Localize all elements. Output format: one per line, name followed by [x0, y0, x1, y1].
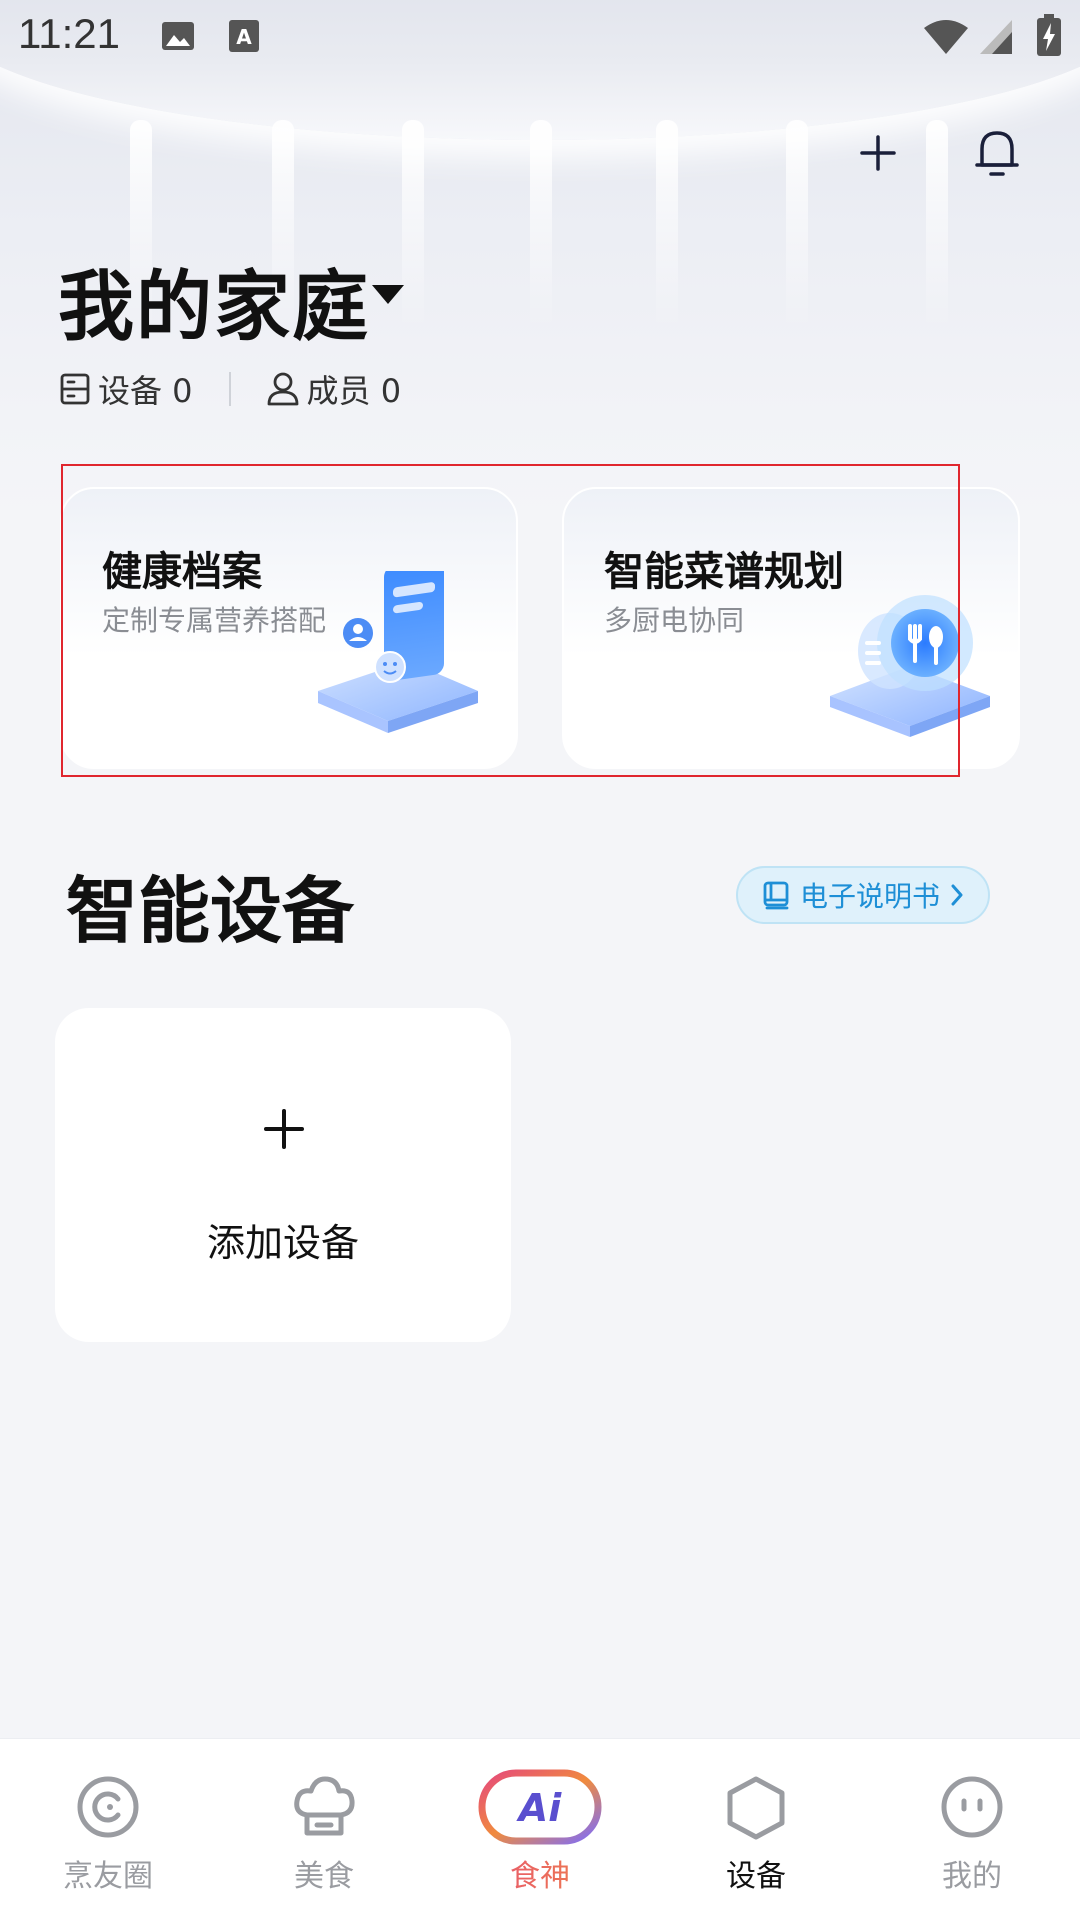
- caret-down-icon[interactable]: [370, 282, 406, 310]
- status-bar: 11:21 A: [0, 0, 1080, 72]
- tab-label: 美食: [294, 1859, 354, 1894]
- wifi-icon: [922, 18, 970, 60]
- plus-icon: [860, 135, 896, 171]
- tab-food[interactable]: 美食: [216, 1739, 432, 1920]
- ai-badge-icon: Ai: [478, 1769, 602, 1845]
- status-time: 11:21: [18, 10, 120, 57]
- member-count[interactable]: 成员 0: [267, 366, 402, 412]
- chef-hat-icon: [294, 1776, 355, 1836]
- hexagon-icon: [727, 1776, 785, 1840]
- member-count-label: 成员 0: [306, 372, 402, 410]
- bell-icon: [975, 131, 1019, 176]
- svg-text:A: A: [236, 25, 252, 49]
- tab-devices[interactable]: 设备: [648, 1739, 864, 1920]
- e-manual-button[interactable]: 电子说明书: [736, 866, 990, 924]
- light-pillar: [926, 120, 948, 330]
- plus-icon: [264, 1109, 304, 1149]
- image-notification-icon: [160, 18, 196, 58]
- add-device-card[interactable]: 添加设备: [55, 1008, 511, 1342]
- device-count-label: 设备 0: [98, 372, 193, 410]
- e-manual-label: 电子说明书: [800, 880, 941, 913]
- person-icon: [267, 372, 298, 406]
- tab-label: 设备: [726, 1859, 786, 1894]
- text-notification-icon: A: [228, 18, 260, 58]
- battery-charging-icon: [1036, 14, 1062, 62]
- smart-devices-title: 智能设备: [66, 869, 355, 953]
- face-icon: [941, 1776, 1003, 1838]
- stats-divider: [228, 372, 231, 406]
- light-pillar: [786, 120, 808, 330]
- highlight-annotation-box: [61, 464, 960, 777]
- device-icon: [60, 373, 90, 405]
- bottom-navigation: 烹友圈 美食 Ai 食神 设备 我的: [0, 1738, 1080, 1920]
- add-button[interactable]: [843, 118, 913, 188]
- tab-ai-chef[interactable]: Ai 食神: [432, 1739, 648, 1920]
- light-pillar: [530, 120, 552, 330]
- device-count[interactable]: 设备 0: [60, 366, 193, 412]
- tab-mine[interactable]: 我的: [864, 1739, 1080, 1920]
- family-name-title[interactable]: 我的家庭: [58, 245, 370, 355]
- tab-label: 我的: [942, 1859, 1002, 1894]
- family-stats: 设备 0 成员 0: [60, 364, 401, 414]
- book-icon: [763, 881, 789, 910]
- chevron-right-icon: [951, 884, 963, 906]
- tab-cooking-circle[interactable]: 烹友圈: [0, 1739, 216, 1920]
- cellular-signal-icon: [978, 18, 1014, 60]
- ai-badge-text: Ai: [516, 1786, 562, 1830]
- notifications-button[interactable]: [962, 118, 1032, 188]
- circle-c-icon: [77, 1776, 139, 1838]
- tab-label: 食神: [432, 1851, 648, 1895]
- light-pillar: [656, 120, 678, 330]
- tab-label: 烹友圈: [63, 1859, 153, 1894]
- add-device-label: 添加设备: [206, 1221, 359, 1265]
